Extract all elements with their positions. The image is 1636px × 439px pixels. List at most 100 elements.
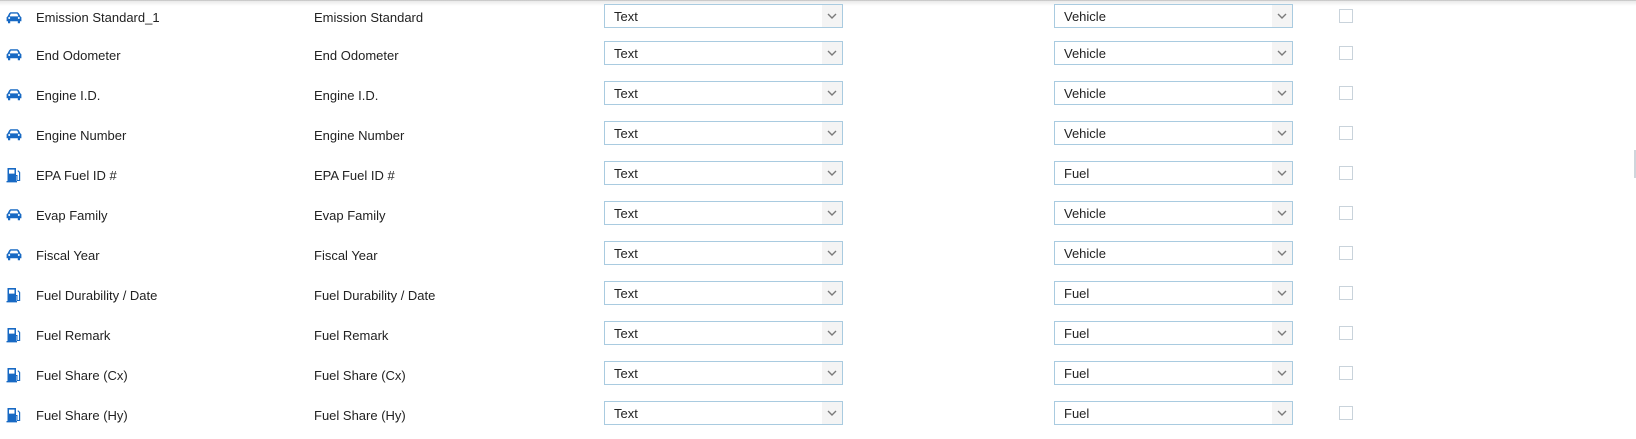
field-label: Fuel Remark bbox=[314, 327, 389, 343]
field-type-select[interactable]: Text bbox=[604, 201, 843, 225]
car-icon bbox=[5, 195, 23, 235]
field-type-select[interactable]: Text bbox=[604, 4, 843, 28]
chevron-down-icon[interactable] bbox=[1272, 5, 1292, 27]
fuel-pump-icon bbox=[5, 155, 23, 195]
field-label: End Odometer bbox=[314, 47, 399, 63]
chevron-down-icon[interactable] bbox=[1272, 362, 1292, 384]
chevron-down-icon[interactable] bbox=[822, 5, 842, 27]
chevron-down-icon[interactable] bbox=[822, 242, 842, 264]
car-icon bbox=[5, 235, 23, 275]
chevron-down-icon[interactable] bbox=[822, 122, 842, 144]
field-category-value: Vehicle bbox=[1064, 205, 1106, 221]
field-label: Engine Number bbox=[314, 127, 405, 143]
chevron-down-icon[interactable] bbox=[1272, 402, 1292, 424]
table-row: EPA Fuel ID # EPA Fuel ID # Text Fuel bbox=[0, 155, 1636, 195]
field-type-value: Text bbox=[614, 285, 638, 301]
field-category-select[interactable]: Fuel bbox=[1054, 401, 1293, 425]
chevron-down-icon[interactable] bbox=[822, 362, 842, 384]
chevron-down-icon[interactable] bbox=[822, 42, 842, 64]
row-checkbox[interactable] bbox=[1339, 246, 1353, 260]
field-name: Fuel Remark bbox=[36, 327, 111, 343]
car-icon bbox=[5, 75, 23, 115]
field-category-value: Fuel bbox=[1064, 325, 1090, 341]
field-category-select[interactable]: Fuel bbox=[1054, 161, 1293, 185]
field-type-value: Text bbox=[614, 365, 638, 381]
field-type-value: Text bbox=[614, 8, 638, 24]
chevron-down-icon[interactable] bbox=[822, 82, 842, 104]
field-type-value: Text bbox=[614, 325, 638, 341]
chevron-down-icon[interactable] bbox=[822, 402, 842, 424]
field-name: Fuel Share (Cx) bbox=[36, 367, 128, 383]
car-icon bbox=[5, 0, 23, 35]
field-name: Emission Standard_1 bbox=[36, 10, 160, 25]
field-type-value: Text bbox=[614, 85, 638, 101]
field-label: Engine I.D. bbox=[314, 87, 379, 103]
field-name: Fuel Share (Hy) bbox=[36, 407, 128, 423]
row-checkbox[interactable] bbox=[1339, 326, 1353, 340]
field-name: Engine Number bbox=[36, 127, 127, 143]
fuel-pump-icon bbox=[5, 275, 23, 315]
field-type-select[interactable]: Text bbox=[604, 41, 843, 65]
field-type-select[interactable]: Text bbox=[604, 241, 843, 265]
field-category-value: Fuel bbox=[1064, 405, 1090, 421]
chevron-down-icon[interactable] bbox=[822, 282, 842, 304]
field-category-select[interactable]: Vehicle bbox=[1054, 121, 1293, 145]
chevron-down-icon[interactable] bbox=[1272, 242, 1292, 264]
field-type-select[interactable]: Text bbox=[604, 81, 843, 105]
field-category-value: Vehicle bbox=[1064, 125, 1106, 141]
chevron-down-icon[interactable] bbox=[822, 322, 842, 344]
field-type-select[interactable]: Text bbox=[604, 401, 843, 425]
field-category-select[interactable]: Fuel bbox=[1054, 361, 1293, 385]
chevron-down-icon[interactable] bbox=[1272, 122, 1292, 144]
field-type-value: Text bbox=[614, 165, 638, 181]
chevron-down-icon[interactable] bbox=[1272, 322, 1292, 344]
field-name: Fiscal Year bbox=[36, 247, 100, 263]
field-type-value: Text bbox=[614, 245, 638, 261]
field-name: Evap Family bbox=[36, 207, 108, 223]
field-category-select[interactable]: Vehicle bbox=[1054, 81, 1293, 105]
row-checkbox[interactable] bbox=[1339, 86, 1353, 100]
chevron-down-icon[interactable] bbox=[822, 162, 842, 184]
table-row: Fuel Share (Cx) Fuel Share (Cx) Text Fuel bbox=[0, 355, 1636, 395]
field-label: Emission Standard bbox=[314, 10, 424, 25]
fuel-pump-icon bbox=[5, 395, 23, 435]
field-category-select[interactable]: Vehicle bbox=[1054, 241, 1293, 265]
row-checkbox[interactable] bbox=[1339, 46, 1353, 60]
field-category-value: Fuel bbox=[1064, 285, 1090, 301]
fuel-pump-icon bbox=[5, 315, 23, 355]
fuel-pump-icon bbox=[5, 355, 23, 395]
field-type-select[interactable]: Text bbox=[604, 121, 843, 145]
field-type-select[interactable]: Text bbox=[604, 161, 843, 185]
car-icon bbox=[5, 115, 23, 155]
table-row: Emission Standard_1 Emission Standard Text… bbox=[0, 0, 1636, 35]
row-checkbox[interactable] bbox=[1339, 9, 1353, 23]
field-category-select[interactable]: Vehicle bbox=[1054, 4, 1293, 28]
field-type-value: Text bbox=[614, 45, 638, 61]
table-row: End Odometer End Odometer Text Vehicle bbox=[0, 35, 1636, 75]
field-type-value: Text bbox=[614, 125, 638, 141]
field-category-select[interactable]: Vehicle bbox=[1054, 41, 1293, 65]
row-checkbox[interactable] bbox=[1339, 366, 1353, 380]
field-type-select[interactable]: Text bbox=[604, 321, 843, 345]
row-checkbox[interactable] bbox=[1339, 126, 1353, 140]
chevron-down-icon[interactable] bbox=[1272, 282, 1292, 304]
field-type-select[interactable]: Text bbox=[604, 281, 843, 305]
row-checkbox[interactable] bbox=[1339, 406, 1353, 420]
field-category-select[interactable]: Fuel bbox=[1054, 321, 1293, 345]
table-row: Fuel Remark Fuel Remark Text Fuel bbox=[0, 315, 1636, 355]
table-row: Fiscal Year Fiscal Year Text Vehicle bbox=[0, 235, 1636, 275]
field-category-value: Vehicle bbox=[1064, 85, 1106, 101]
field-label: Fuel Share (Hy) bbox=[314, 407, 406, 423]
chevron-down-icon[interactable] bbox=[822, 202, 842, 224]
chevron-down-icon[interactable] bbox=[1272, 202, 1292, 224]
row-checkbox[interactable] bbox=[1339, 166, 1353, 180]
row-checkbox[interactable] bbox=[1339, 286, 1353, 300]
field-category-select[interactable]: Vehicle bbox=[1054, 201, 1293, 225]
car-icon bbox=[5, 35, 23, 75]
field-type-select[interactable]: Text bbox=[604, 361, 843, 385]
chevron-down-icon[interactable] bbox=[1272, 82, 1292, 104]
chevron-down-icon[interactable] bbox=[1272, 42, 1292, 64]
row-checkbox[interactable] bbox=[1339, 206, 1353, 220]
chevron-down-icon[interactable] bbox=[1272, 162, 1292, 184]
field-category-select[interactable]: Fuel bbox=[1054, 281, 1293, 305]
